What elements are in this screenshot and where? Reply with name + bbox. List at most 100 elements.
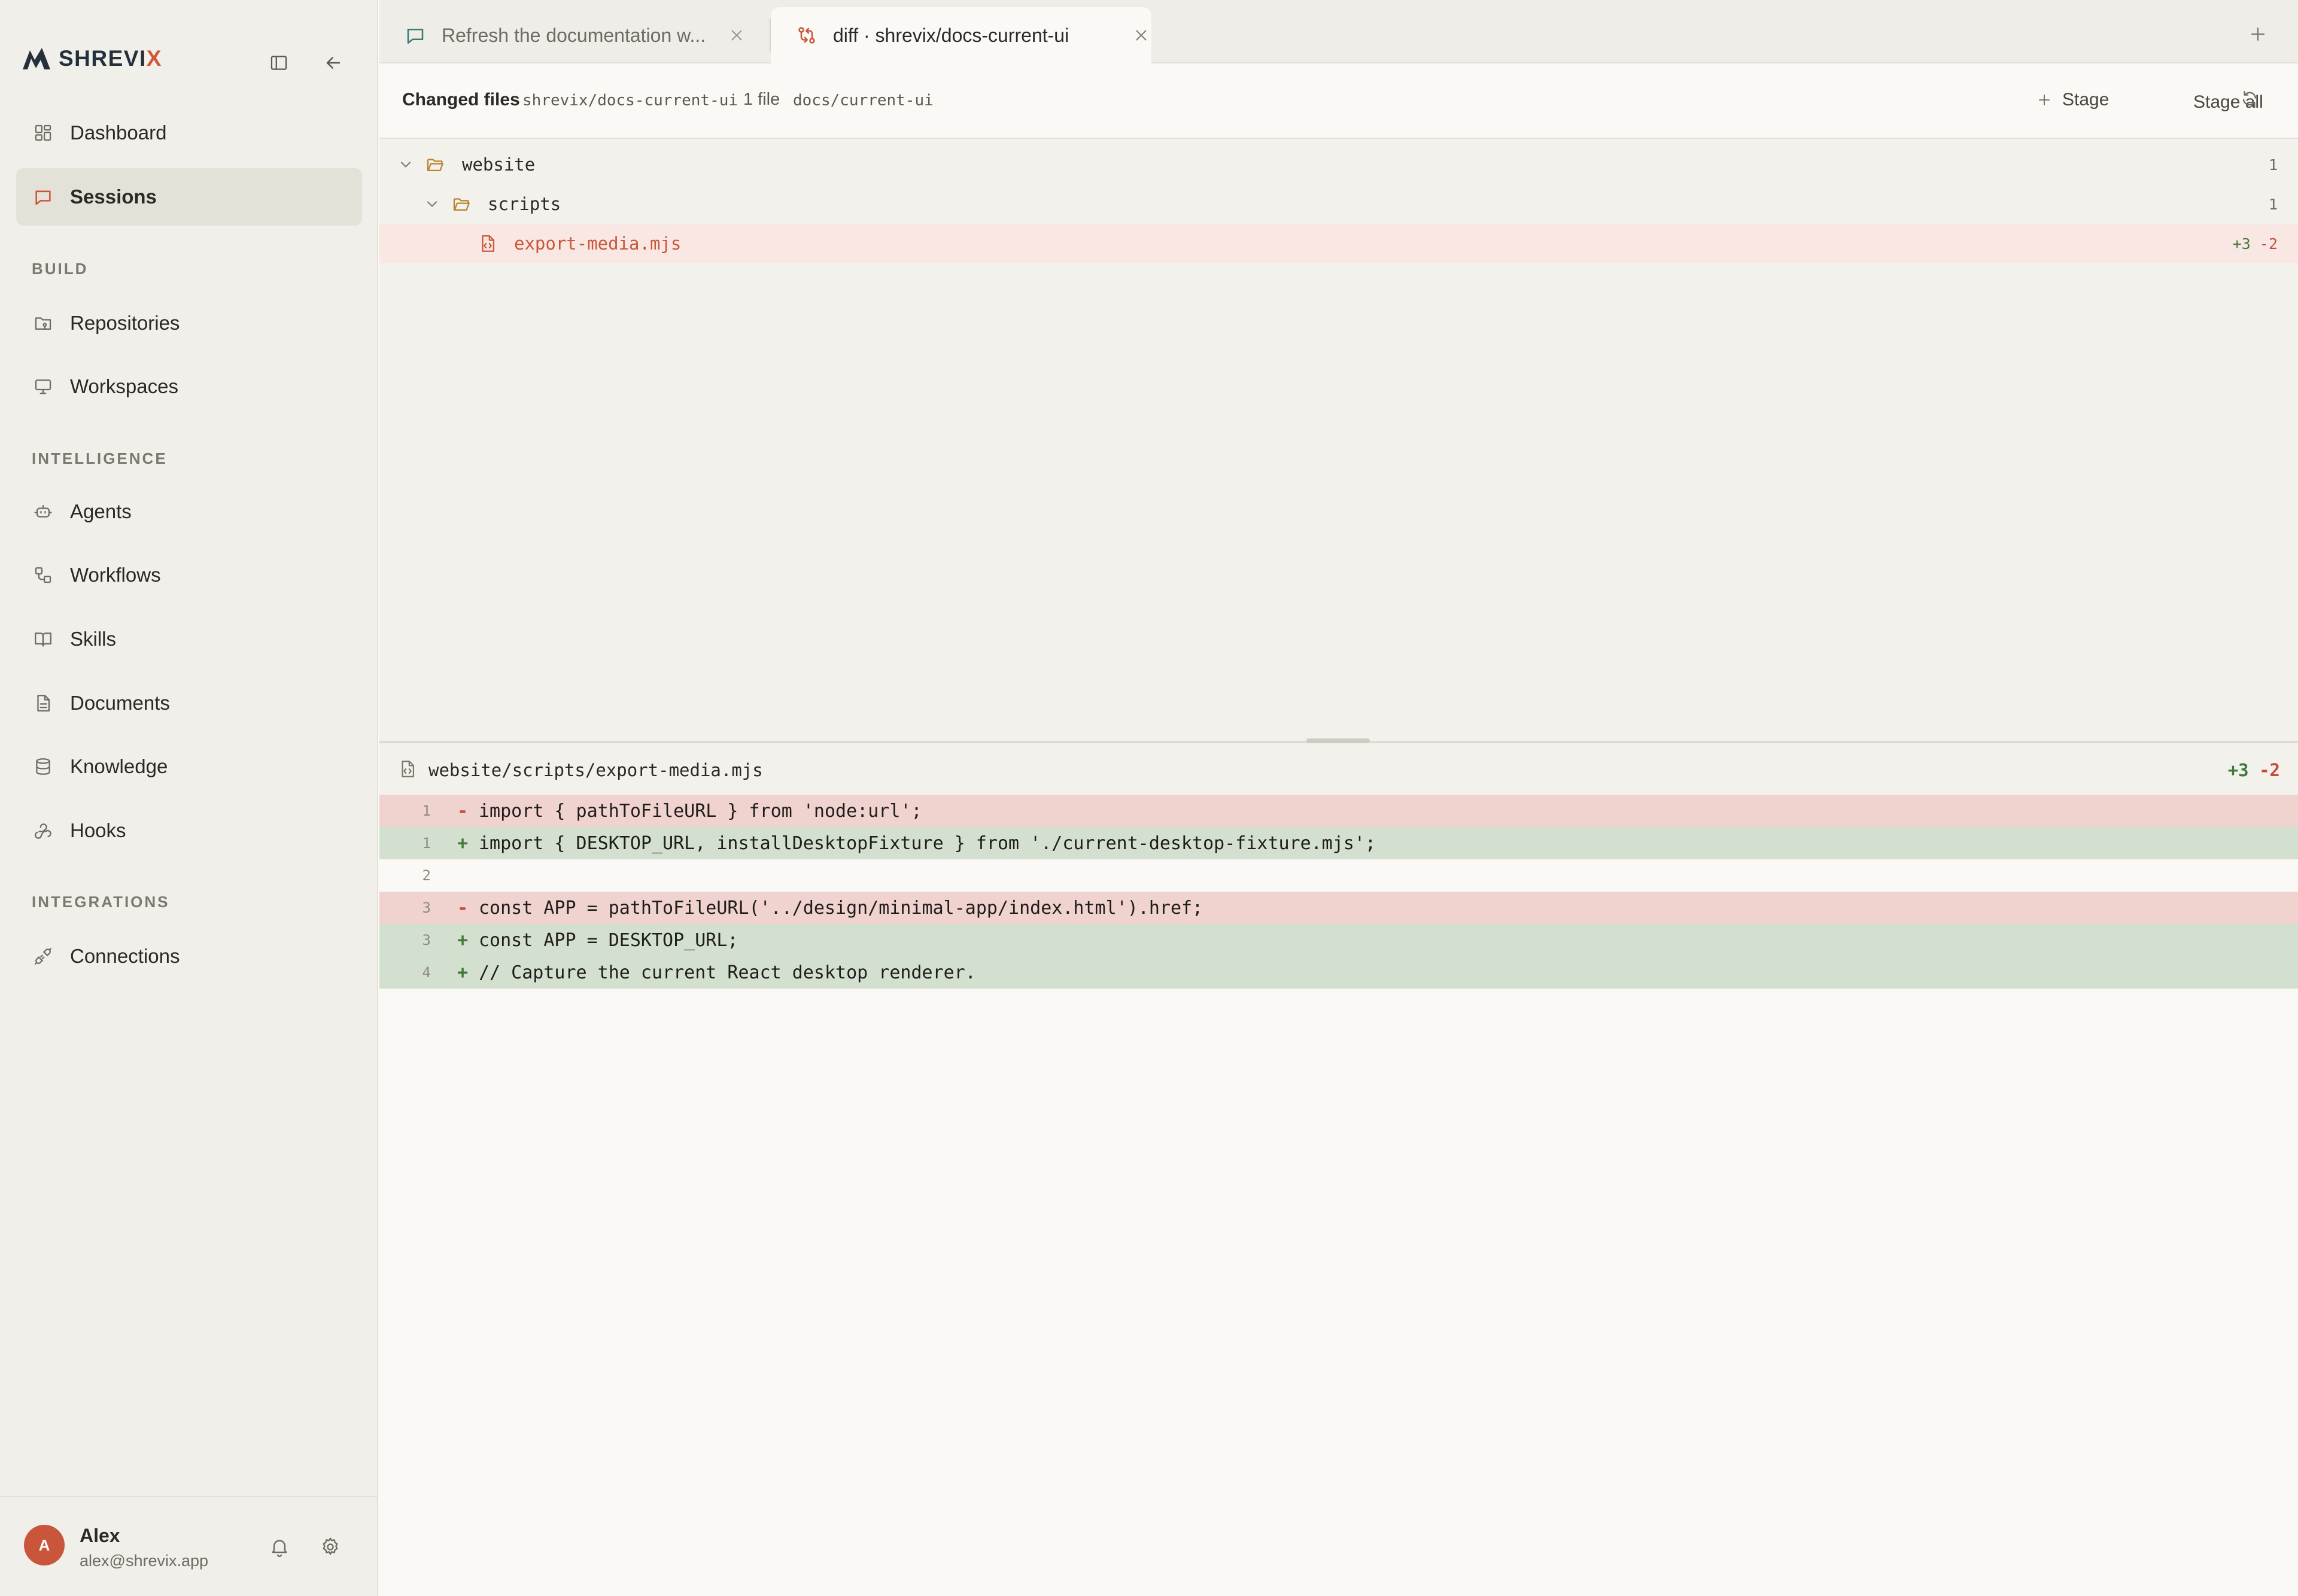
tree-folder-website[interactable]: website 1	[379, 145, 2298, 184]
additions-count: +3	[2227, 760, 2249, 780]
code-text: import { pathToFileURL } from 'node:url'…	[479, 800, 922, 822]
nav-sessions[interactable]: Sessions	[16, 168, 362, 226]
app-logo[interactable]: SHREVIX	[22, 45, 162, 72]
nav-label: Sessions	[70, 186, 157, 208]
nav-hooks[interactable]: Hooks	[16, 802, 362, 859]
sidebar: SHREVIX Dashboard Sessions BUILD Reposit…	[0, 0, 378, 1596]
nav-label: Hooks	[70, 819, 126, 841]
diff-sign: +	[457, 929, 469, 951]
file-count: 1 file	[743, 90, 780, 109]
tree-file-export-media[interactable]: export-media.mjs +3 -2	[379, 224, 2298, 263]
tab-session[interactable]: Refresh the documentation w...	[379, 7, 770, 63]
arrow-left-icon	[326, 57, 341, 69]
monitor-icon	[32, 375, 54, 398]
deletions-count: -2	[2259, 760, 2280, 780]
diff-stats: +3 -2	[2228, 760, 2280, 780]
diff-header: website/scripts/export-media.mjs +3 -2	[379, 743, 2298, 795]
close-icon[interactable]	[728, 26, 746, 44]
user-email: alex@shrevix.app	[80, 1552, 209, 1570]
code-text: import { DESKTOP_URL, installDesktopFixt…	[479, 832, 1376, 854]
git-compare-icon	[796, 25, 817, 46]
stage-button[interactable]: Stage	[2036, 84, 2109, 116]
nav-documents[interactable]: Documents	[16, 674, 362, 732]
file-diff-stats: +3 -2	[2233, 235, 2278, 253]
changed-files-title: Changed files	[402, 90, 520, 110]
logo-text: SHREVIX	[59, 46, 162, 71]
diff-line: 2	[379, 859, 2298, 892]
avatar[interactable]: A	[24, 1525, 65, 1565]
nav-workspaces[interactable]: Workspaces	[16, 358, 362, 415]
changed-files-header: Changed files shrevix/docs-current-ui 1 …	[379, 63, 2298, 139]
sidebar-header: SHREVIX	[0, 0, 378, 120]
section-label-integrations: INTEGRATIONS	[32, 893, 170, 911]
notifications-button[interactable]	[266, 1533, 293, 1561]
nav-skills[interactable]: Skills	[16, 610, 362, 668]
folder-open-icon	[425, 154, 445, 175]
settings-button[interactable]	[317, 1533, 344, 1561]
database-icon	[32, 755, 54, 778]
file-name: export-media.mjs	[514, 233, 682, 254]
splitter-handle[interactable]	[1306, 738, 1370, 743]
line-number: 1	[422, 835, 431, 852]
plus-icon	[2038, 94, 2050, 106]
new-tab-button[interactable]	[2248, 24, 2268, 44]
diff-line: 1 + import { DESKTOP_URL, installDesktop…	[379, 827, 2298, 859]
plus-icon	[2251, 27, 2265, 41]
nav-label: Documents	[70, 692, 170, 714]
refresh-button[interactable]	[2239, 89, 2263, 113]
sidebar-toggle-button[interactable]	[265, 49, 293, 77]
line-number: 4	[422, 964, 431, 981]
branch-name: docs/current-ui	[793, 92, 934, 110]
plug-icon	[32, 945, 54, 968]
code-text: const APP = DESKTOP_URL;	[479, 929, 738, 951]
nav-agents[interactable]: Agents	[16, 483, 362, 540]
tab-bar: Refresh the documentation w... diff · sh…	[379, 0, 2298, 63]
tree-folder-scripts[interactable]: scripts 1	[379, 184, 2298, 224]
chevron-down-icon[interactable]	[424, 196, 440, 212]
section-label-intelligence: INTELLIGENCE	[32, 449, 168, 467]
diff-file-path: website/scripts/export-media.mjs	[428, 760, 763, 780]
nav-knowledge[interactable]: Knowledge	[16, 738, 362, 795]
file-text-icon	[32, 692, 54, 715]
nav-label: Skills	[70, 628, 117, 650]
nav-label: Connections	[70, 945, 180, 967]
nav-label: Repositories	[70, 312, 180, 334]
section-label-build: BUILD	[32, 260, 89, 278]
back-button[interactable]	[320, 49, 347, 77]
nav-label: Workflows	[70, 564, 161, 586]
nav-label: Agents	[70, 500, 132, 522]
panel-left-icon	[270, 56, 287, 70]
tab-diff[interactable]: diff · shrevix/docs-current-ui	[771, 7, 1151, 63]
nav-workflows[interactable]: Workflows	[16, 546, 362, 604]
diff-line: 4 + // Capture the current React desktop…	[379, 956, 2298, 989]
close-icon[interactable]	[1132, 26, 1150, 44]
diff-empty-area	[379, 989, 2298, 1596]
folder-name: scripts	[488, 194, 561, 214]
additions-count: +3	[2232, 235, 2251, 253]
refresh-icon	[2242, 90, 2257, 107]
nav-repositories[interactable]: Repositories	[16, 294, 362, 352]
nav-dashboard[interactable]: Dashboard	[16, 104, 362, 162]
nav-connections[interactable]: Connections	[16, 928, 362, 985]
line-number: 2	[422, 867, 431, 884]
diff-sign: +	[457, 962, 469, 983]
diff-sign: -	[457, 897, 469, 919]
code-text: // Capture the current React desktop ren…	[479, 962, 976, 983]
repo-name: shrevix/docs-current-ui	[522, 92, 738, 110]
user-profile: A Alex alex@shrevix.app	[0, 1496, 378, 1596]
shrevix-logo-icon	[23, 48, 50, 69]
workflow-icon	[32, 564, 54, 586]
line-number: 3	[422, 899, 431, 916]
user-name: Alex	[80, 1525, 120, 1546]
deletions-count: -2	[2259, 235, 2278, 253]
stage-label: Stage	[2062, 90, 2109, 110]
code-text: const APP = pathToFileURL('../design/min…	[479, 897, 1203, 919]
change-count: 1	[2268, 156, 2278, 174]
change-count: 1	[2268, 195, 2278, 213]
chevron-down-icon[interactable]	[397, 156, 414, 173]
bot-icon	[32, 500, 54, 523]
nav-label: Dashboard	[70, 121, 167, 144]
bell-icon	[272, 1540, 287, 1557]
book-icon	[32, 628, 54, 650]
chat-icon	[32, 186, 54, 208]
